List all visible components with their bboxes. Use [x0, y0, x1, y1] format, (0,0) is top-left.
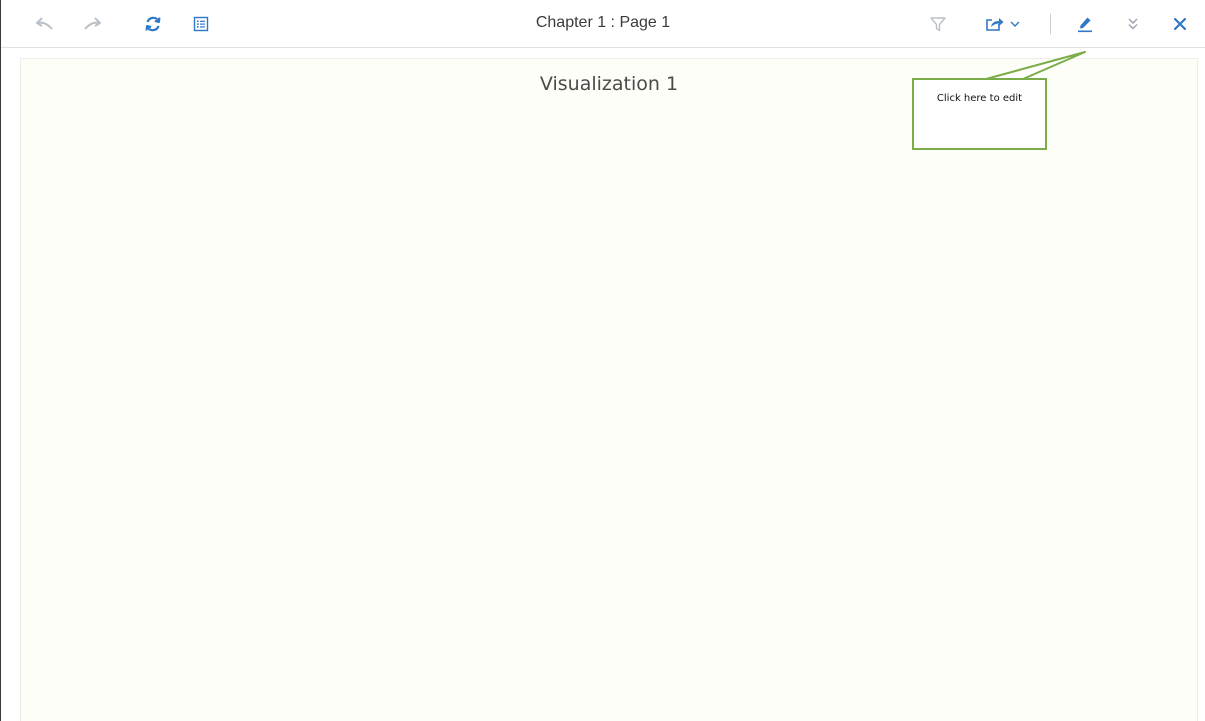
filter-button[interactable]	[924, 10, 952, 38]
redo-arrow-icon	[84, 17, 101, 30]
edit-callout: Click here to edit	[912, 78, 1047, 150]
pencil-icon	[1078, 17, 1092, 33]
refresh-button[interactable]	[139, 10, 167, 38]
filter-funnel-icon	[930, 17, 946, 32]
page-canvas[interactable]: Visualization 1	[20, 58, 1198, 721]
collapse-button[interactable]	[1119, 10, 1147, 38]
toolbar-separator	[1050, 14, 1051, 34]
undo-arrow-icon	[36, 17, 53, 30]
story-app-window: Chapter 1 : Page 1 Visualization 1 Click…	[0, 0, 1205, 721]
close-button[interactable]	[1166, 10, 1194, 38]
redo-button[interactable]	[78, 10, 106, 38]
story-toolbar: Chapter 1 : Page 1	[1, 0, 1205, 48]
share-dropdown-button[interactable]	[977, 10, 1029, 38]
list-icon	[193, 16, 209, 32]
double-chevron-down-icon	[1128, 18, 1138, 30]
share-export-icon	[986, 18, 1004, 31]
undo-button[interactable]	[31, 10, 59, 38]
outline-button[interactable]	[187, 10, 215, 38]
refresh-icon	[145, 16, 161, 32]
callout-text: Click here to edit	[936, 93, 1023, 104]
close-x-icon	[1173, 17, 1187, 31]
edit-button[interactable]	[1071, 10, 1099, 38]
chevron-down-icon	[1010, 21, 1020, 27]
